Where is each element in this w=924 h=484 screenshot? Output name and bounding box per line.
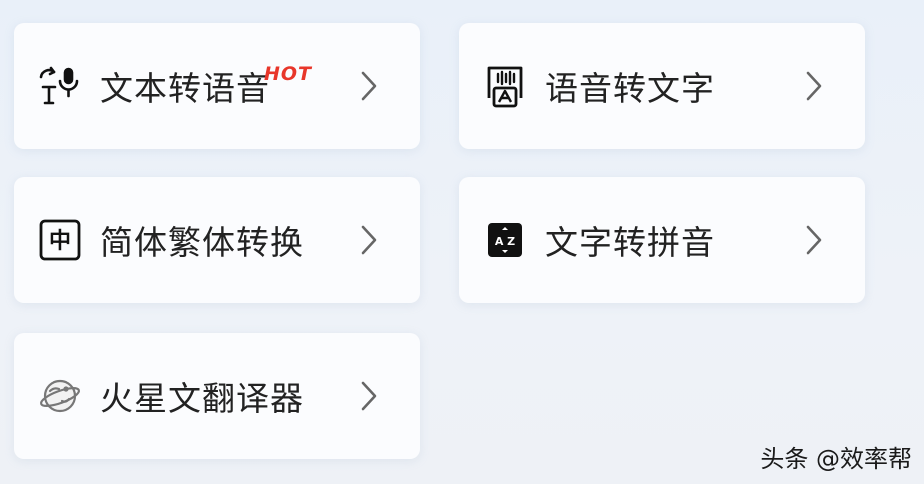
text-to-speech-icon <box>36 62 84 110</box>
card-martian-translator[interactable]: 火星文翻译器 <box>14 333 420 459</box>
hot-badge: HOT <box>264 63 313 85</box>
card-label: 文字转拼音 <box>545 223 715 262</box>
chinese-char-icon: 中 <box>36 216 84 264</box>
watermark: 头条 @效率帮 <box>760 445 912 473</box>
chevron-right-icon <box>358 70 380 102</box>
card-simplified-traditional[interactable]: 中 简体繁体转换 <box>14 177 420 303</box>
chevron-right-icon <box>803 70 825 102</box>
card-text-to-pinyin[interactable]: A Z 文字转拼音 <box>459 177 865 303</box>
card-speech-to-text[interactable]: 语音转文字 <box>459 23 865 149</box>
az-pinyin-icon: A Z <box>481 216 529 264</box>
card-label: 语音转文字 <box>545 69 715 108</box>
chevron-right-icon <box>358 380 380 412</box>
icon-glyph: A Z <box>495 235 515 248</box>
chevron-right-icon <box>803 224 825 256</box>
card-text-to-speech[interactable]: 文本转语音 HOT <box>14 23 420 149</box>
icon-glyph: 中 <box>49 229 71 254</box>
card-label: 文本转语音 <box>100 69 270 108</box>
chevron-right-icon <box>358 224 380 256</box>
card-label: 火星文翻译器 <box>100 379 304 418</box>
planet-icon <box>36 372 84 420</box>
card-label: 简体繁体转换 <box>100 223 304 262</box>
speech-to-text-icon <box>481 62 529 110</box>
